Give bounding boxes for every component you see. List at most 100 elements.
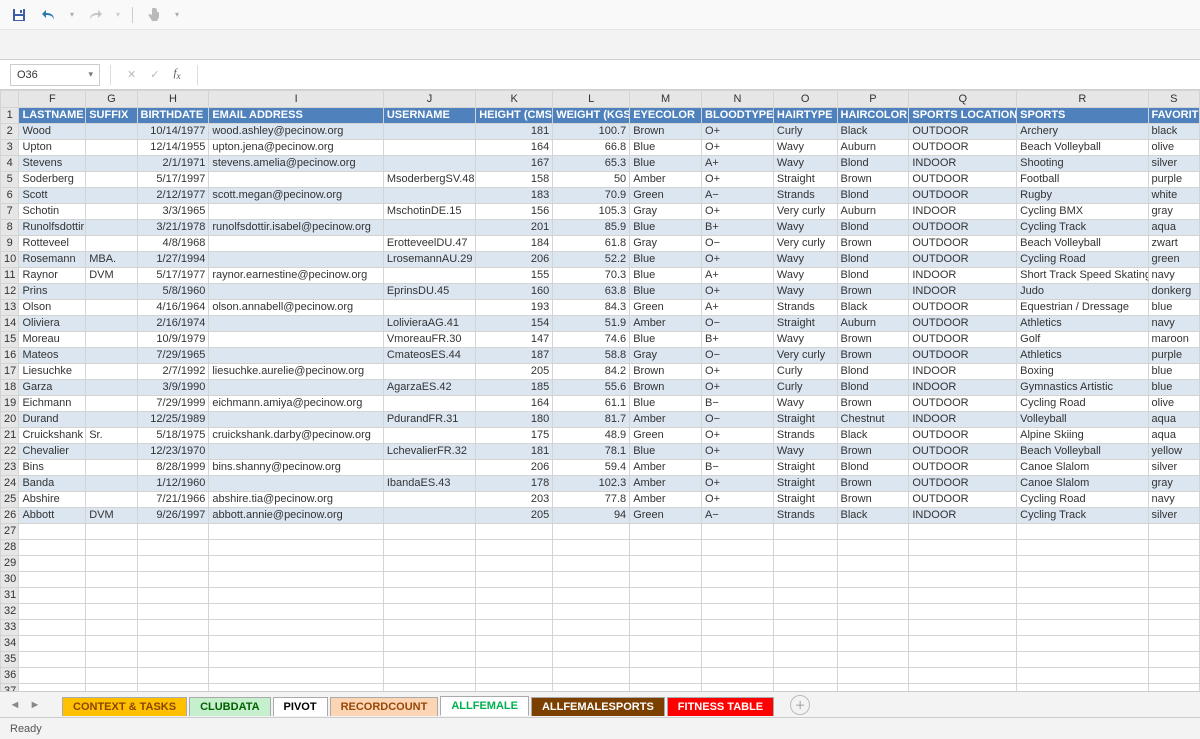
cell[interactable]: 12/14/1955 <box>137 140 209 156</box>
cell[interactable] <box>86 284 137 300</box>
cell[interactable]: olson.annabell@pecinow.org <box>209 300 384 316</box>
cell[interactable]: zwart <box>1148 236 1199 252</box>
cell[interactable] <box>702 652 774 668</box>
cell[interactable]: 180 <box>476 412 553 428</box>
cell[interactable] <box>383 604 475 620</box>
cell[interactable]: Strands <box>773 508 837 524</box>
cell[interactable] <box>383 572 475 588</box>
cell[interactable]: Blue <box>630 396 702 412</box>
cell[interactable] <box>86 220 137 236</box>
cell[interactable]: 178 <box>476 476 553 492</box>
cell[interactable] <box>19 524 86 540</box>
cell[interactable]: olive <box>1148 140 1199 156</box>
cell[interactable] <box>383 396 475 412</box>
column-header-M[interactable]: M <box>630 91 702 108</box>
header-cell[interactable]: SUFFIX <box>86 108 137 124</box>
cell[interactable]: 5/17/1997 <box>137 172 209 188</box>
cell[interactable]: Raynor <box>19 268 86 284</box>
cell[interactable] <box>383 124 475 140</box>
cell[interactable]: Wavy <box>773 396 837 412</box>
cell[interactable]: 5/8/1960 <box>137 284 209 300</box>
cell[interactable]: Volleyball <box>1017 412 1148 428</box>
row-header-13[interactable]: 13 <box>1 300 19 316</box>
cell[interactable] <box>1017 588 1148 604</box>
cell[interactable] <box>383 140 475 156</box>
cell[interactable] <box>1148 604 1199 620</box>
cell[interactable] <box>209 556 384 572</box>
sheet-tab-allfemale[interactable]: ALLFEMALE <box>440 696 529 716</box>
cell[interactable] <box>383 300 475 316</box>
cell[interactable]: Blond <box>837 268 909 284</box>
cell[interactable] <box>773 652 837 668</box>
cell[interactable] <box>86 348 137 364</box>
header-cell[interactable]: BIRTHDATE <box>137 108 209 124</box>
cell[interactable]: Blond <box>837 252 909 268</box>
cell[interactable] <box>1148 652 1199 668</box>
cell[interactable] <box>209 540 384 556</box>
cell[interactable]: Chevalier <box>19 444 86 460</box>
header-cell[interactable]: WEIGHT (KGS) <box>553 108 630 124</box>
cell[interactable]: Runolfsdottir <box>19 220 86 236</box>
cell[interactable]: Blue <box>630 332 702 348</box>
cell[interactable]: B+ <box>702 220 774 236</box>
cell[interactable]: Schotin <box>19 204 86 220</box>
cell[interactable]: Blue <box>630 444 702 460</box>
cell[interactable]: Brown <box>837 172 909 188</box>
cell[interactable]: Blond <box>837 220 909 236</box>
cell[interactable]: Amber <box>630 412 702 428</box>
cell[interactable]: 3/21/1978 <box>137 220 209 236</box>
cell[interactable] <box>773 540 837 556</box>
row-header-24[interactable]: 24 <box>1 476 19 492</box>
cell[interactable]: Stevens <box>19 156 86 172</box>
cell[interactable]: Brown <box>837 332 909 348</box>
column-header-Q[interactable]: Q <box>909 91 1017 108</box>
cell[interactable]: OUTDOOR <box>909 316 1017 332</box>
cell[interactable] <box>86 444 137 460</box>
cell[interactable]: Moreau <box>19 332 86 348</box>
cell[interactable] <box>1017 540 1148 556</box>
sheet-tab-allfemalesports[interactable]: ALLFEMALESPORTS <box>531 697 665 716</box>
cell[interactable]: cruickshank.darby@pecinow.org <box>209 428 384 444</box>
cell[interactable]: 70.9 <box>553 188 630 204</box>
cell[interactable] <box>209 444 384 460</box>
cell[interactable]: VmoreauFR.30 <box>383 332 475 348</box>
cell[interactable]: 183 <box>476 188 553 204</box>
cell[interactable] <box>209 620 384 636</box>
cell[interactable] <box>209 172 384 188</box>
cell[interactable] <box>1017 684 1148 692</box>
sheet-tab-pivot[interactable]: PIVOT <box>273 697 328 716</box>
cell[interactable]: 3/3/1965 <box>137 204 209 220</box>
cell[interactable]: gray <box>1148 204 1199 220</box>
cell[interactable] <box>909 604 1017 620</box>
cell[interactable]: Abbott <box>19 508 86 524</box>
cell[interactable] <box>86 476 137 492</box>
cell[interactable]: Alpine Skiing <box>1017 428 1148 444</box>
cell[interactable]: silver <box>1148 508 1199 524</box>
row-header-21[interactable]: 21 <box>1 428 19 444</box>
cell[interactable]: Brown <box>837 492 909 508</box>
cell[interactable] <box>86 524 137 540</box>
cell[interactable] <box>476 684 553 692</box>
cell[interactable]: 160 <box>476 284 553 300</box>
cell[interactable]: 175 <box>476 428 553 444</box>
cell[interactable] <box>909 556 1017 572</box>
row-header-35[interactable]: 35 <box>1 652 19 668</box>
cell[interactable] <box>837 636 909 652</box>
add-sheet-button[interactable]: ＋ <box>790 695 810 715</box>
cell[interactable]: Green <box>630 508 702 524</box>
cell[interactable]: 70.3 <box>553 268 630 284</box>
cell[interactable]: 156 <box>476 204 553 220</box>
cell[interactable]: O+ <box>702 204 774 220</box>
cell[interactable]: Straight <box>773 172 837 188</box>
column-header-N[interactable]: N <box>702 91 774 108</box>
cell[interactable] <box>773 668 837 684</box>
cell[interactable]: 63.8 <box>553 284 630 300</box>
cell[interactable] <box>553 684 630 692</box>
cell[interactable]: 105.3 <box>553 204 630 220</box>
cell[interactable] <box>137 540 209 556</box>
cell[interactable]: Canoe Slalom <box>1017 460 1148 476</box>
cell[interactable]: 206 <box>476 252 553 268</box>
cell[interactable] <box>209 252 384 268</box>
cell[interactable]: B− <box>702 396 774 412</box>
cell[interactable] <box>1017 572 1148 588</box>
